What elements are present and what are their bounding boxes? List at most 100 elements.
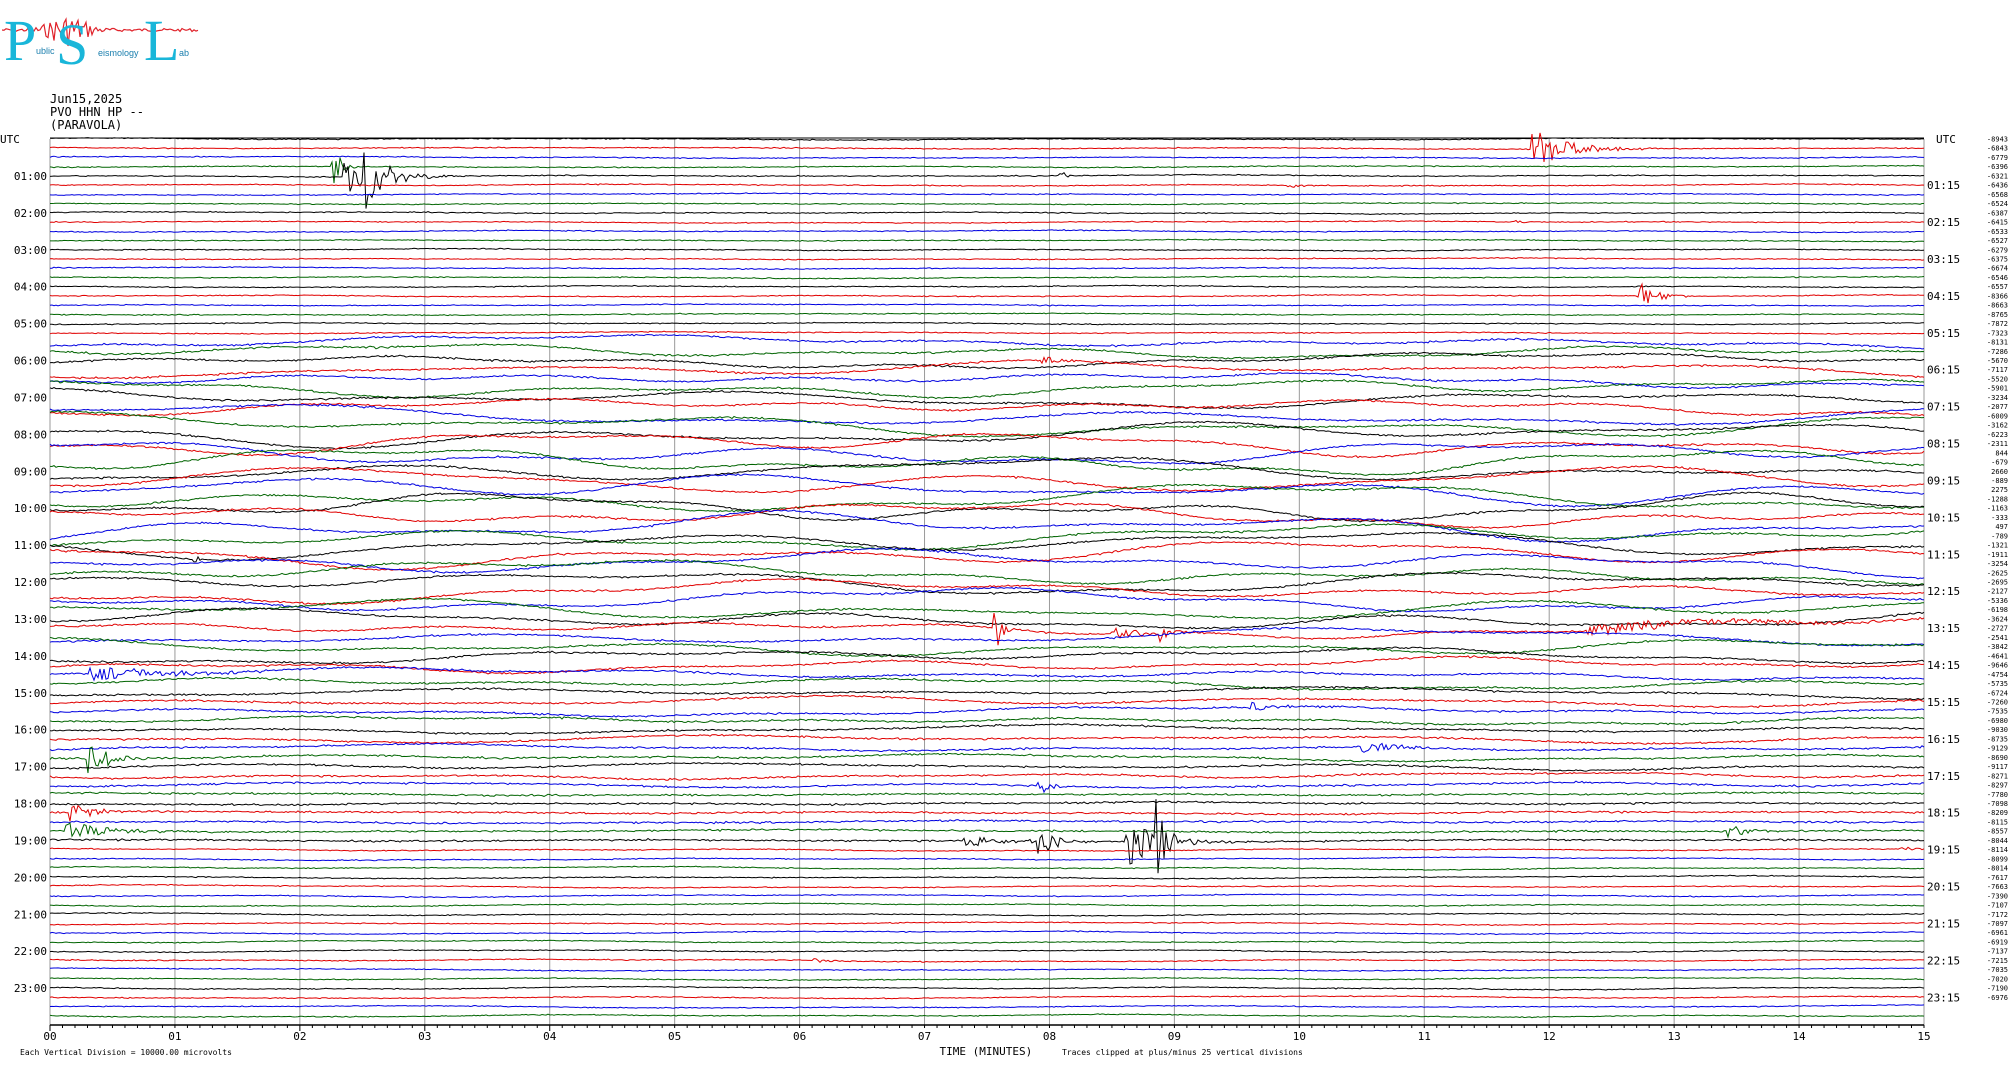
trace-offset-label: -9129 <box>1987 745 2008 753</box>
seismic-trace <box>49 685 1925 701</box>
trace-offset-label: -3842 <box>1987 643 2008 651</box>
right-hour-label: 18:15 <box>1927 807 1960 820</box>
seismic-trace <box>49 911 1925 917</box>
trace-offset-label: -8114 <box>1987 846 2008 854</box>
trace-offset-label: -8014 <box>1987 865 2008 873</box>
trace-offset-label: -2077 <box>1987 403 2008 411</box>
right-hour-label: 21:15 <box>1927 917 1960 930</box>
seismic-trace <box>49 578 1925 605</box>
trace-offset-label: 2660 <box>1991 468 2008 476</box>
x-tick-label: 14 <box>1792 1030 1806 1043</box>
seismic-trace <box>50 780 1925 794</box>
seismic-trace <box>50 238 1925 243</box>
seismic-trace <box>49 157 1925 184</box>
x-tick-label: 06 <box>793 1030 806 1043</box>
trace-offset-label: -8115 <box>1987 818 2008 826</box>
x-tick-label: 03 <box>418 1030 431 1043</box>
trace-offset-label: -2127 <box>1987 588 2008 596</box>
trace-offset-label: -6396 <box>1987 163 2008 171</box>
trace-offset-label: -3162 <box>1987 422 2008 430</box>
seismic-trace <box>49 733 1925 745</box>
traces <box>49 132 1925 1019</box>
trace-offset-label: -1163 <box>1987 505 2008 513</box>
seismic-trace <box>49 387 1925 410</box>
x-axis-label: TIME (MINUTES) <box>940 1045 1033 1058</box>
left-hour-label: 07:00 <box>14 391 47 404</box>
trace-offset-label: -8735 <box>1987 735 2008 743</box>
seismic-trace <box>49 473 1925 508</box>
seismic-trace <box>49 666 1925 682</box>
seismic-trace <box>50 397 1925 417</box>
x-tick-label: 10 <box>1293 1030 1306 1043</box>
left-hour-label: 17:00 <box>14 761 47 774</box>
trace-offset-label: -7020 <box>1987 975 2008 983</box>
left-hour-label: 18:00 <box>14 798 47 811</box>
right-hour-label: 22:15 <box>1927 954 1960 967</box>
left-utc-header: UTC <box>0 133 20 146</box>
right-hour-label: 11:15 <box>1927 548 1960 561</box>
seismic-trace <box>49 804 1925 822</box>
seismic-trace <box>49 800 1925 807</box>
trace-offset-label: -2695 <box>1987 579 2008 587</box>
right-hour-label: 03:15 <box>1927 253 1960 266</box>
trace-offset-label: -7098 <box>1987 800 2008 808</box>
trace-offset-label: -6980 <box>1987 717 2008 725</box>
seismic-trace <box>49 902 1925 908</box>
trace-offset-label: -3624 <box>1987 615 2008 623</box>
trace-offset-label: -7663 <box>1987 883 2008 891</box>
seismic-trace <box>49 571 1925 596</box>
trace-offset-label: 497 <box>1995 523 2008 531</box>
trace-offset-label: -1321 <box>1987 542 2008 550</box>
seismic-trace <box>49 791 1925 797</box>
trace-offset-label: -7117 <box>1987 366 2008 374</box>
trace-offset-label: -6724 <box>1987 689 2008 697</box>
left-hour-label: 12:00 <box>14 576 47 589</box>
trace-offset-label: -7286 <box>1987 348 2008 356</box>
left-hour-label: 05:00 <box>14 318 47 331</box>
trace-offset-label: -6976 <box>1987 994 2008 1002</box>
right-hour-label: 14:15 <box>1927 659 1960 672</box>
trace-offset-label: -5735 <box>1987 680 2008 688</box>
seismic-trace <box>49 330 1925 335</box>
right-hour-label: 02:15 <box>1927 216 1960 229</box>
trace-offset-label: -6674 <box>1987 265 2008 273</box>
right-hour-label: 09:15 <box>1927 474 1960 487</box>
x-tick-label: 15 <box>1917 1030 1930 1043</box>
seismic-trace <box>49 976 1925 982</box>
trace-offset-label: -6557 <box>1987 283 2008 291</box>
labels: 00 01 02 03 04 05 06 07 08 09 10 11 12 13 14 15 TIME (MI… <box>0 133 2008 1058</box>
right-hour-label: 12:15 <box>1927 585 1960 598</box>
x-tick-label: 12 <box>1543 1030 1556 1043</box>
right-hour-label: 15:15 <box>1927 696 1960 709</box>
seismic-trace <box>49 865 1925 871</box>
right-hour-label: 17:15 <box>1927 770 1960 783</box>
trace-offset-label: -7097 <box>1987 920 2008 928</box>
right-hour-label: 20:15 <box>1927 881 1960 894</box>
seismic-trace <box>49 372 1925 390</box>
seismic-trace <box>49 714 1925 726</box>
trace-offset-label: -6919 <box>1987 938 2008 946</box>
trace-offset-label: -6009 <box>1987 412 2008 420</box>
trace-offset-label: -1288 <box>1987 495 2008 503</box>
seismic-trace <box>49 210 1924 216</box>
trace-offset-label: -8099 <box>1987 855 2008 863</box>
trace-offset-label: -8557 <box>1987 828 2008 836</box>
seismic-trace <box>49 1004 1925 1009</box>
seismic-trace <box>49 883 1925 889</box>
left-hour-label: 23:00 <box>14 982 47 995</box>
trace-offset-label: -7535 <box>1987 708 2008 716</box>
trace-offset-label: -8690 <box>1987 754 2008 762</box>
trace-offset-label: -2541 <box>1987 634 2008 642</box>
seismic-trace <box>49 921 1925 927</box>
trace-offset-label: -8131 <box>1987 339 2008 347</box>
x-tick-label: 04 <box>543 1030 557 1043</box>
trace-offset-label: -6843 <box>1987 145 2008 153</box>
trace-offset-label: -7323 <box>1987 329 2008 337</box>
trace-offset-label: -3254 <box>1987 560 2008 568</box>
trace-offset-label: -1911 <box>1987 551 2008 559</box>
left-hour-label: 22:00 <box>14 945 47 958</box>
left-hour-label: 14:00 <box>14 650 47 663</box>
x-tick-label: 07 <box>918 1030 931 1043</box>
x-tick-label: 11 <box>1418 1030 1431 1043</box>
trace-offset-label: -8765 <box>1987 311 2008 319</box>
